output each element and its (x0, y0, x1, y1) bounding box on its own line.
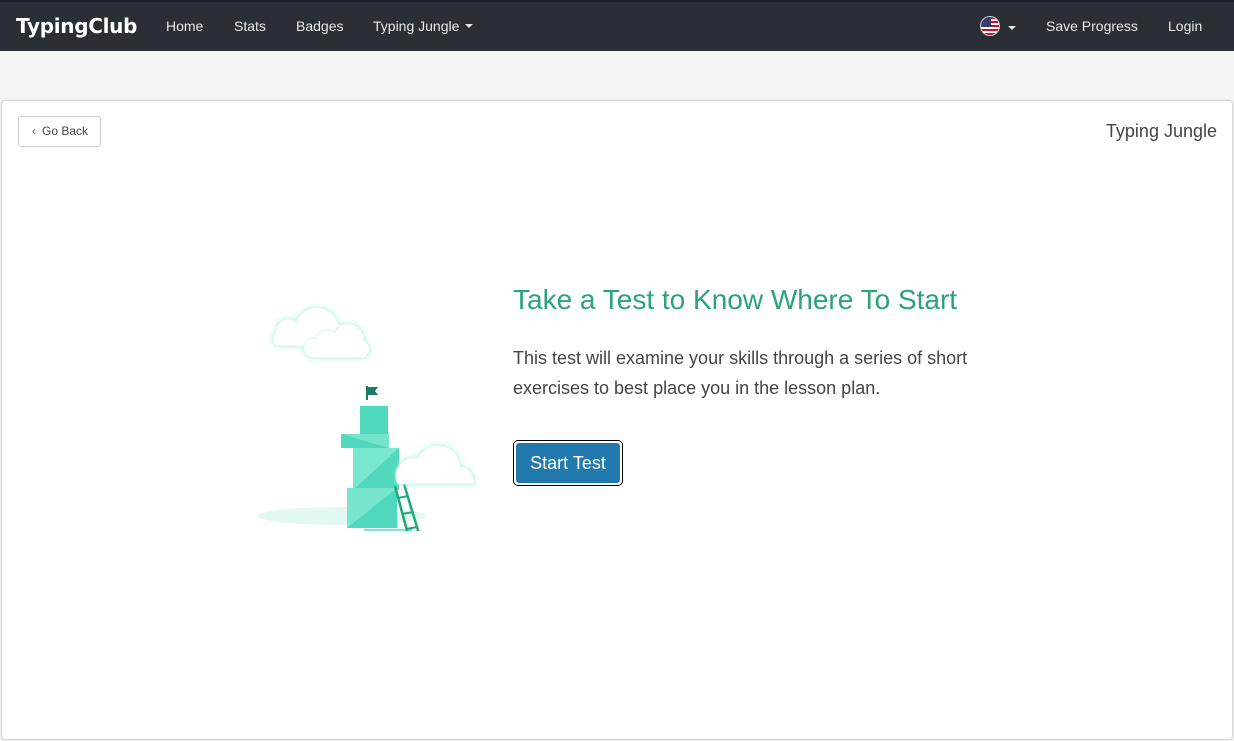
nav-typing-jungle-dropdown[interactable]: Typing Jungle (373, 18, 474, 34)
us-flag-icon[interactable] (980, 16, 1000, 36)
chevron-down-icon (465, 24, 474, 29)
page-headline: Take a Test to Know Where To Start (513, 284, 958, 315)
nav-stats[interactable]: Stats (234, 18, 266, 34)
chevron-down-icon[interactable] (1008, 26, 1016, 30)
test-card: ‹ Go Back Typing Jungle Take a Test to K… (1, 100, 1233, 740)
start-test-button[interactable]: Start Test (513, 440, 623, 486)
top-navbar: TypingClub Home Stats Badges Typing Jung… (0, 0, 1234, 51)
test-description: This test will examine your skills throu… (513, 348, 968, 398)
login-link[interactable]: Login (1168, 18, 1202, 34)
go-back-label: Go Back (42, 124, 89, 138)
tower-ladder-illustration (258, 306, 475, 531)
brand-logo[interactable]: TypingClub (16, 14, 137, 38)
save-progress-link[interactable]: Save Progress (1046, 18, 1138, 34)
nav-typing-jungle-label: Typing Jungle (373, 18, 460, 34)
nav-home[interactable]: Home (166, 18, 203, 34)
course-title: Typing Jungle (1105, 121, 1217, 141)
nav-badges[interactable]: Badges (296, 18, 343, 34)
chevron-left-icon: ‹ (32, 124, 36, 138)
go-back-button[interactable]: ‹ Go Back (18, 116, 101, 147)
start-test-label: Start Test (516, 443, 620, 483)
